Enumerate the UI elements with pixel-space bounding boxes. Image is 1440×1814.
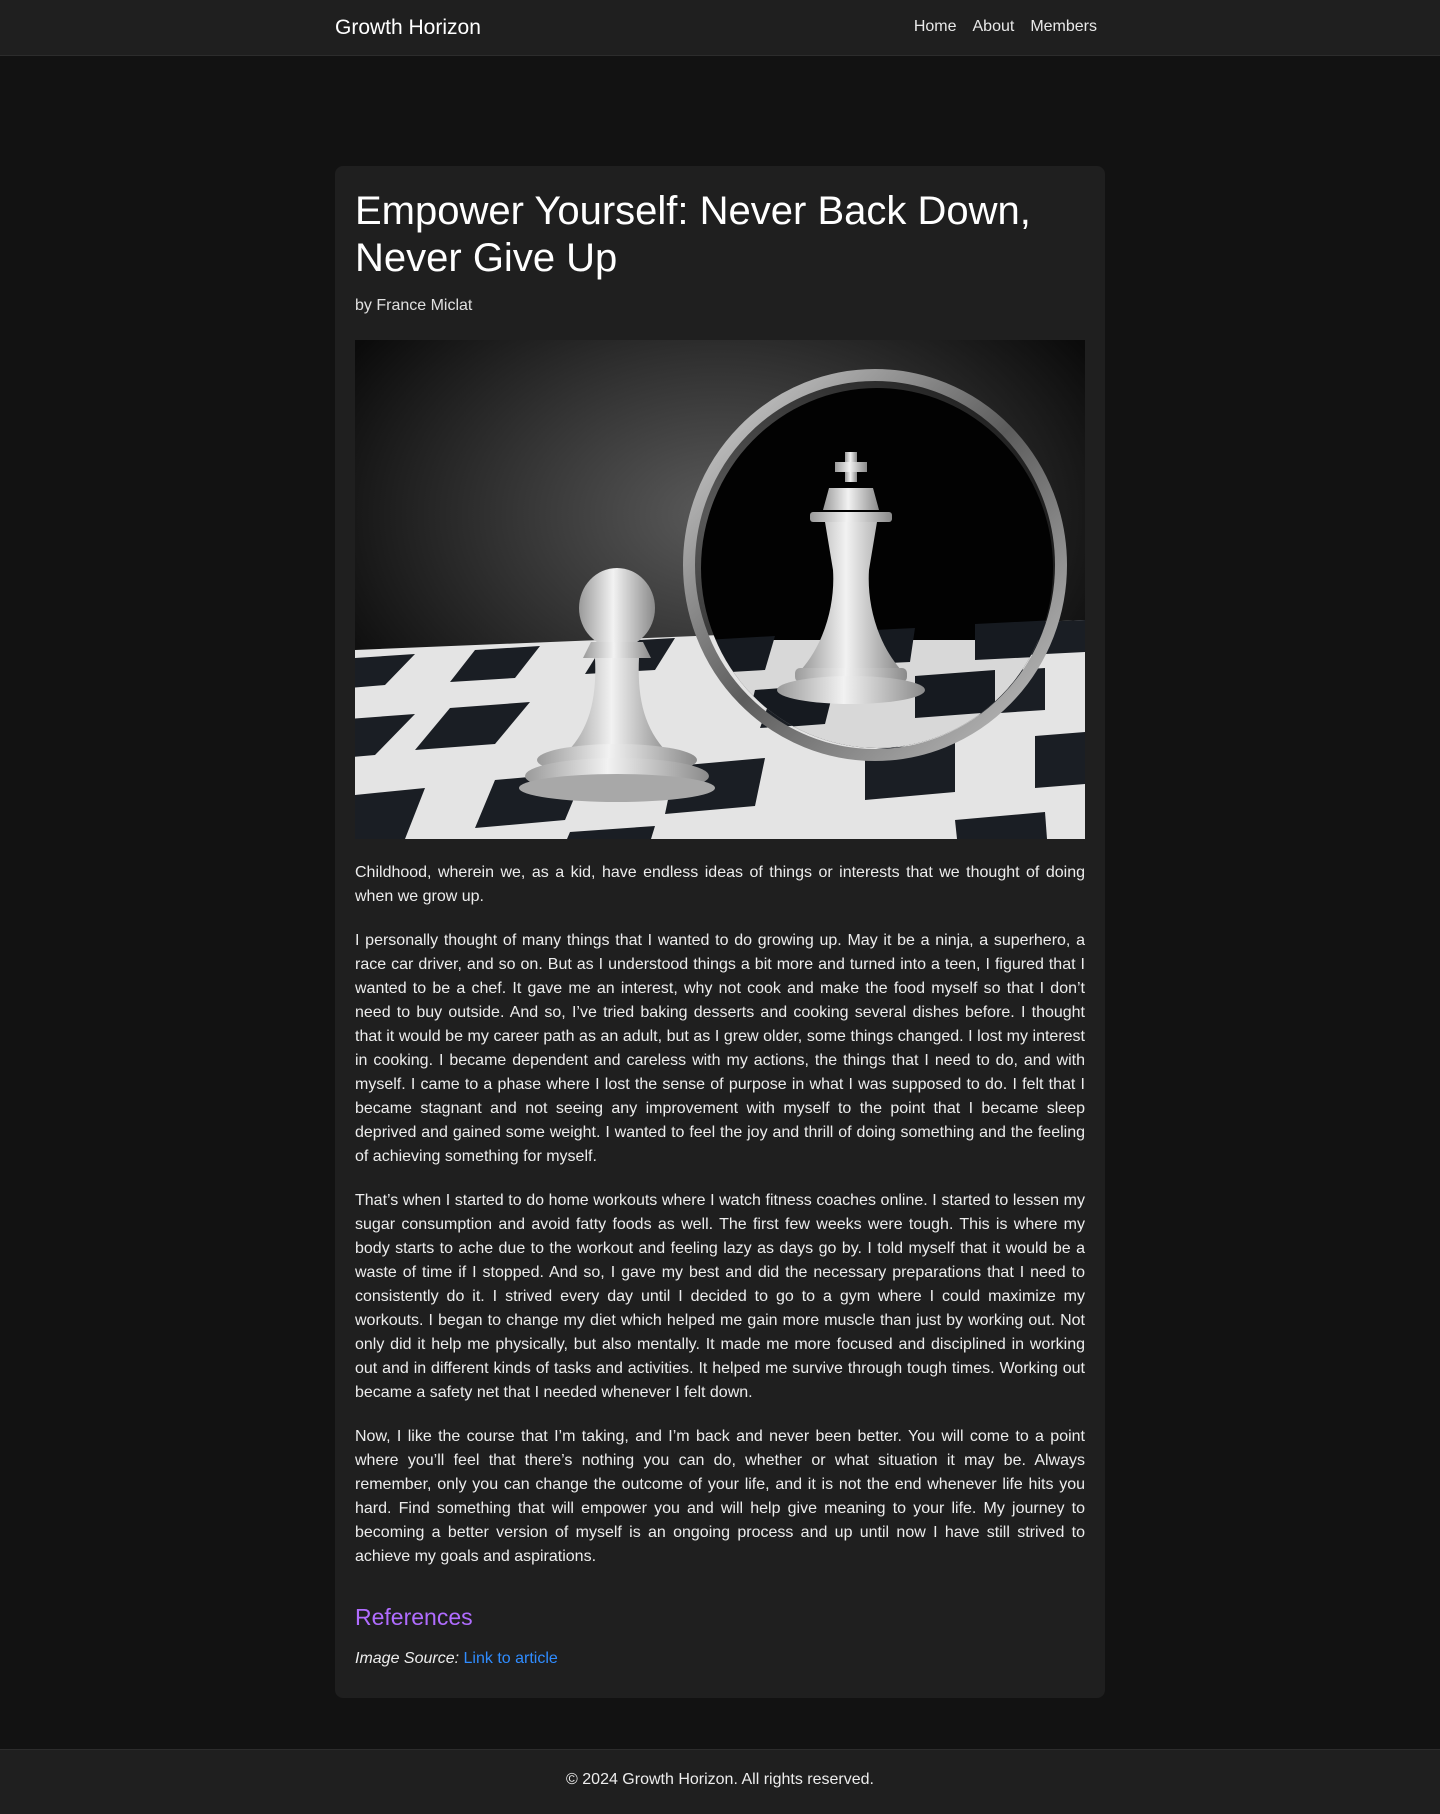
main-nav: Home About Members — [914, 17, 1097, 37]
article-card: Empower Yourself: Never Back Down, Never… — [335, 166, 1105, 1698]
article-hero-image — [355, 340, 1085, 839]
nav-link-about[interactable]: About — [973, 17, 1015, 37]
brand-logo-link[interactable]: Growth Horizon — [335, 15, 481, 41]
nav-link-members[interactable]: Members — [1030, 17, 1097, 37]
site-footer: © 2024 Growth Horizon. All rights reserv… — [0, 1749, 1440, 1814]
article-body: Childhood, wherein we, as a kid, have en… — [355, 861, 1085, 1569]
article-paragraph: Now, I like the course that I’m taking, … — [355, 1428, 1085, 1565]
top-navbar: Growth Horizon Home About Members — [0, 0, 1440, 56]
footer-copyright: © 2024 Growth Horizon. All rights reserv… — [566, 1771, 874, 1788]
chess-mirror-illustration — [355, 340, 1085, 839]
article-author: by France Miclat — [355, 297, 473, 314]
article-title: Empower Yourself: Never Back Down, Never… — [355, 189, 1031, 280]
references-heading: References — [355, 1604, 473, 1630]
image-source-label: Image Source: — [355, 1650, 460, 1667]
article-paragraph: That’s when I started to do home workout… — [355, 1192, 1085, 1401]
article-paragraph: I personally thought of many things that… — [355, 932, 1085, 1165]
image-source-line: Image Source: Link to article — [355, 1649, 1085, 1669]
nav-link-home[interactable]: Home — [914, 17, 957, 37]
article-paragraph: Childhood, wherein we, as a kid, have en… — [355, 864, 1085, 905]
image-source-link[interactable]: Link to article — [464, 1650, 558, 1667]
